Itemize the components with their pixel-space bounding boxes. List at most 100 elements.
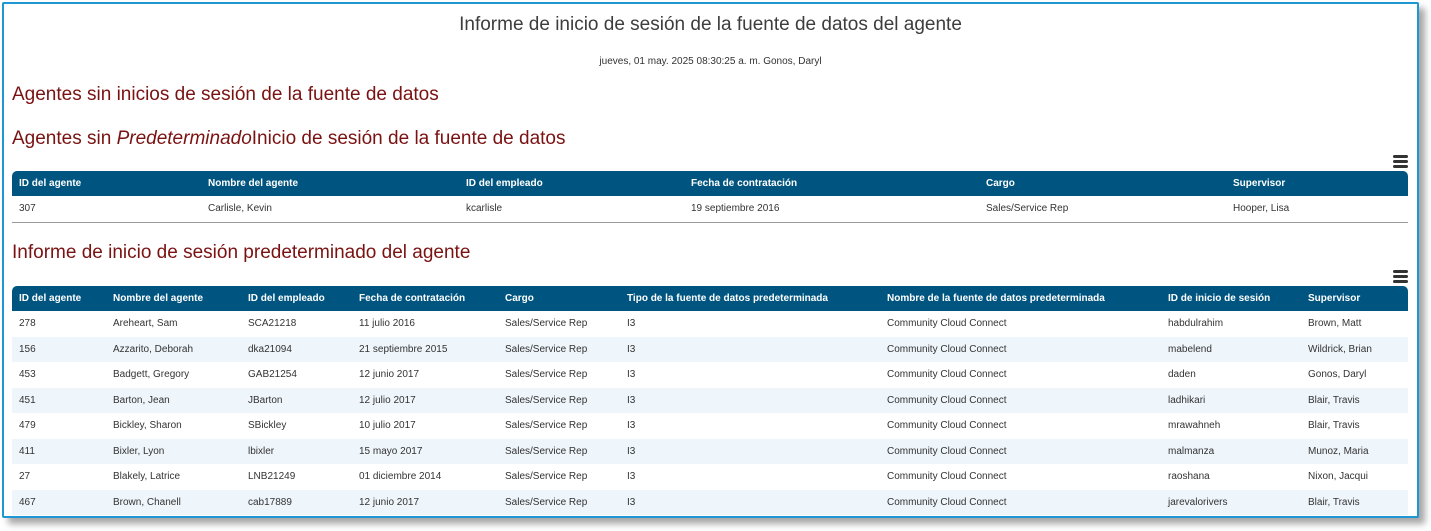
column-header[interactable]: Supervisor <box>1301 286 1408 311</box>
column-header[interactable]: Nombre del agente <box>106 286 241 311</box>
table-cell: I3 <box>620 489 880 515</box>
table-cell: Wildrick, Brian <box>1301 336 1408 362</box>
table-cell: Community Cloud Connect <box>887 471 1007 483</box>
table-cell: 156 <box>12 336 106 362</box>
table-cell: 12 junio 2017 <box>352 489 498 515</box>
table-cell: cab17889 <box>241 489 352 515</box>
table-cell: SCA21218 <box>248 318 297 330</box>
table-cell: Sales/Service Rep <box>498 387 620 413</box>
column-header[interactable]: ID del empleado <box>459 171 684 196</box>
table-cell: 12 julio 2017 <box>352 387 498 413</box>
table-cell: Community Cloud Connect <box>880 489 1161 515</box>
table-cell: mabelend <box>1161 336 1301 362</box>
section-heading-default-report: Informe de inicio de sesión predetermina… <box>12 242 471 263</box>
column-header[interactable]: Supervisor <box>1226 171 1408 196</box>
menu-bar <box>1393 160 1408 163</box>
column-header[interactable]: Cargo <box>498 286 620 311</box>
table-cell: 11 julio 2016 <box>359 318 415 330</box>
table-cell: I3 <box>627 369 636 381</box>
table-header-row: ID del agente Nombre del agente ID del emp… <box>12 171 1408 196</box>
section-heading-no-default: Agentes sin PredeterminadoInicio de sesi… <box>12 128 566 150</box>
table-cell: Carlisle, Kevin <box>201 196 459 223</box>
table-cell: Azzarito, Deborah <box>106 336 241 362</box>
table-cell: Community Cloud Connect <box>887 318 1007 330</box>
table-cell: I3 <box>620 336 880 362</box>
table-cell: Sales/Service Rep <box>498 336 620 362</box>
table-cell: Brown, Chanell <box>106 489 241 515</box>
table-cell: 278 <box>19 318 36 330</box>
column-header[interactable]: Fecha de contratación <box>684 171 979 196</box>
column-header[interactable]: ID de inicio de sesión <box>1161 286 1301 311</box>
table-cell: Gonos, Daryl <box>1308 369 1367 381</box>
table-row: 451 Barton, Jean JBarton 12 julio 2017 Sales… <box>12 387 1408 413</box>
table-cell: Bixler, Lyon <box>106 438 241 464</box>
table-cell: Bickley, Sharon <box>113 420 182 432</box>
table-row: 453 Badgett, Gregory GAB21254 12 junio 2017… <box>12 362 1408 388</box>
report-frame: Informe de inicio de sesión de la fuente… <box>2 2 1419 518</box>
table-cell: Blair, Travis <box>1308 420 1360 432</box>
table-cell: 453 <box>19 369 36 381</box>
menu-bar <box>1393 280 1408 283</box>
menu-bar <box>1393 155 1408 158</box>
report-title: Informe de inicio de sesión de la fuente… <box>459 14 962 35</box>
table-row: 156 Azzarito, Deborah dka21094 21 septiembr… <box>12 336 1408 362</box>
table-cell: malmanza <box>1161 438 1301 464</box>
table-cell: 307 <box>12 196 201 223</box>
hamburger-menu-icon[interactable] <box>1393 155 1408 168</box>
table-cell: Sales/Service Rep <box>498 489 620 515</box>
column-header[interactable]: Fecha de contratación <box>352 286 498 311</box>
table-cell: I3 <box>620 438 880 464</box>
table-row: 467 Brown, Chanell cab17889 12 junio 2017 Sa… <box>12 489 1408 515</box>
table-cell: habdulrahim <box>1168 318 1224 330</box>
table-cell: 467 <box>12 489 106 515</box>
column-header[interactable]: ID del empleado <box>241 286 352 311</box>
column-header[interactable]: Nombre del agente <box>201 171 459 196</box>
table-cell: Community Cloud Connect <box>880 438 1161 464</box>
table-cell: 19 septiembre 2016 <box>684 196 979 223</box>
table-cell: Brown, Matt <box>1308 318 1362 330</box>
table-cell: Sales/Service Rep <box>979 196 1226 223</box>
table-cell: Community Cloud Connect <box>887 420 1007 432</box>
table-cell: lbixler <box>241 438 352 464</box>
table-cell: raoshana <box>1168 471 1210 483</box>
heading-part: Agentes sin <box>12 128 117 149</box>
table-cell: Hooper, Lisa <box>1226 196 1408 223</box>
column-header[interactable]: Nombre de la fuente de datos predetermin… <box>880 286 1161 311</box>
table-cell: Sales/Service Rep <box>505 369 588 381</box>
table-cell: 10 julio 2017 <box>359 420 416 432</box>
table-cell: ladhikari <box>1161 387 1301 413</box>
table-cell: Community Cloud Connect <box>880 336 1161 362</box>
column-header[interactable]: Cargo <box>979 171 1226 196</box>
table-row: 479 Bickley, Sharon SBickley 10 julio 2017 S… <box>12 413 1408 439</box>
table-cell: 411 <box>12 438 106 464</box>
table-cell: Blair, Travis <box>1301 489 1408 515</box>
table-cell: I3 <box>627 471 636 483</box>
table-cell: 12 junio 2017 <box>359 369 420 381</box>
table-cell: I3 <box>620 387 880 413</box>
hamburger-menu-icon[interactable] <box>1393 270 1408 283</box>
section-heading-no-logins: Agentes sin inicios de sesión de la fuen… <box>12 84 439 105</box>
table-row: 307 Carlisle, Kevin kcarlisle 19 septiembre… <box>12 196 1408 223</box>
column-header[interactable]: Tipo de la fuente de datos predeterminad… <box>620 286 880 311</box>
table-cell: daden <box>1168 369 1196 381</box>
table-body: 307 Carlisle, Kevin kcarlisle 19 septiembre… <box>12 196 1408 223</box>
table-cell: Blair, Travis <box>1301 387 1408 413</box>
table-cell: Badgett, Gregory <box>113 369 190 381</box>
column-header[interactable]: ID del agente <box>12 286 106 311</box>
column-header[interactable]: ID del agente <box>12 171 201 196</box>
table-cell: Sales/Service Rep <box>505 471 588 483</box>
table-cell: jarevalorivers <box>1161 489 1301 515</box>
report-meta: jueves, 01 may. 2025 08:30:25 a. m. Gono… <box>599 56 822 67</box>
table-cell: Blakely, Latrice <box>113 471 181 483</box>
agents-no-default-table: ID del agente Nombre del agente ID del emp… <box>12 171 1408 223</box>
table-cell: 01 diciembre 2014 <box>359 471 442 483</box>
table-cell: 27 <box>19 471 31 483</box>
table-cell: Barton, Jean <box>106 387 241 413</box>
menu-bar <box>1393 165 1408 168</box>
agents-default-login-table: ID del agente Nombre del agente ID del emp… <box>12 286 1408 515</box>
heading-part-emphasis: Predeterminado <box>116 128 252 149</box>
table-cell: SBickley <box>248 420 287 432</box>
table-cell: dka21094 <box>241 336 352 362</box>
table-cell: 15 mayo 2017 <box>352 438 498 464</box>
table-header-row: ID del agente Nombre del agente ID del emp… <box>12 286 1408 311</box>
